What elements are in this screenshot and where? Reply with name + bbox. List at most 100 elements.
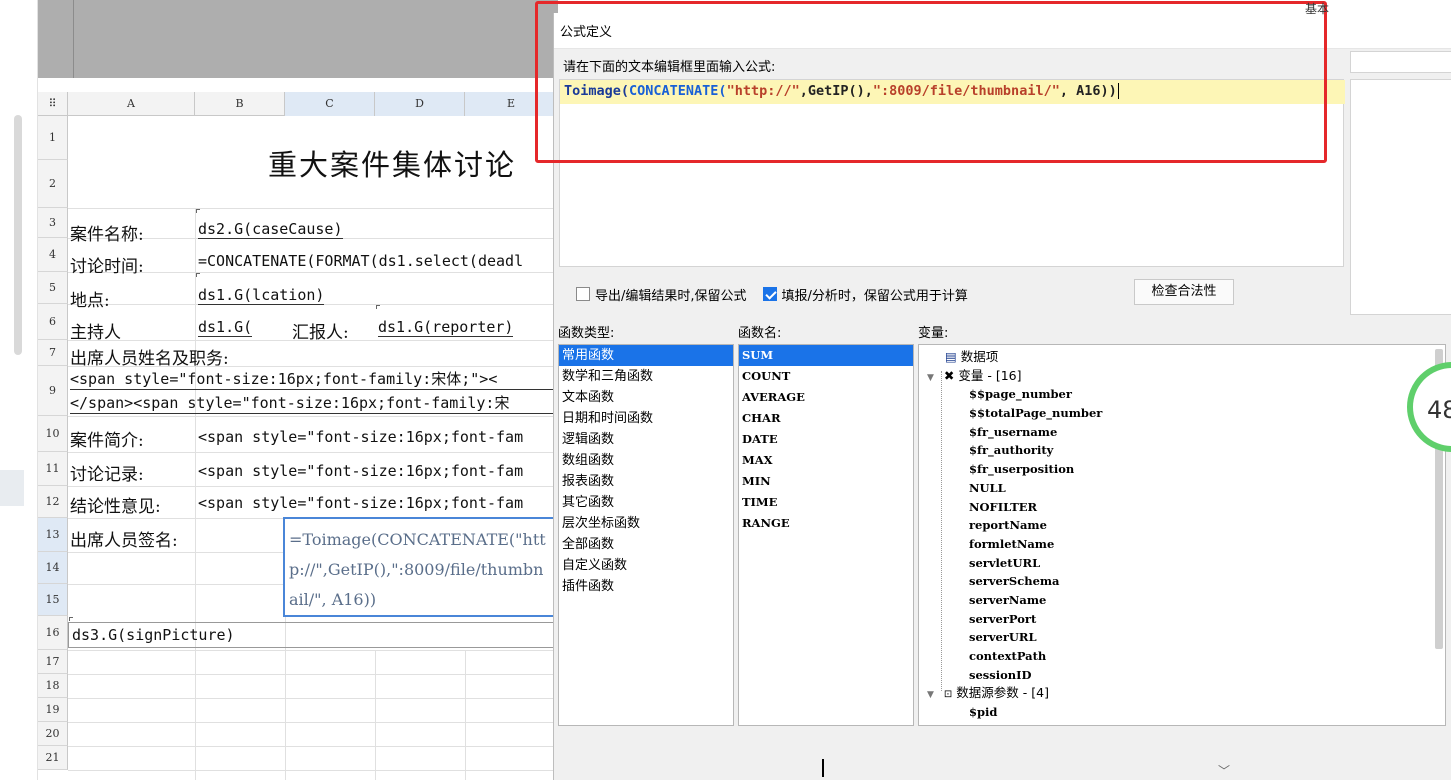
row-header[interactable]: 15 bbox=[38, 584, 68, 616]
function-type-item[interactable]: 数学和三角函数 bbox=[559, 366, 733, 387]
discussion-record-value[interactable]: <span style="font-size:16px;font-fam bbox=[198, 462, 558, 480]
function-name-item[interactable]: SUM bbox=[739, 345, 913, 366]
row-header[interactable]: 17 bbox=[38, 650, 68, 674]
conclusion-label[interactable]: 结论性意见: bbox=[70, 492, 161, 517]
row-header[interactable]: 21 bbox=[38, 746, 68, 770]
selected-formula-cell[interactable]: =Toimage(CONCATENATE("http://",GetIP(),"… bbox=[283, 517, 558, 617]
tree-node-ds-params[interactable]: ▼ ⊡ 数据源参数 - [4] bbox=[919, 684, 1445, 703]
variables-tree[interactable]: ▤ 数据项 ▼ ✖ 变量 - [16] $$page_number $$tota… bbox=[918, 344, 1446, 726]
tree-variable[interactable]: $fr_userposition bbox=[919, 460, 1445, 479]
column-header-d[interactable]: D bbox=[375, 92, 465, 116]
row-header[interactable]: 2 bbox=[38, 160, 68, 208]
function-type-item[interactable]: 层次坐标函数 bbox=[559, 513, 733, 534]
function-name-item[interactable]: AVERAGE bbox=[739, 387, 913, 408]
tree-node-variables[interactable]: ▼ ✖ 变量 - [16] bbox=[919, 367, 1445, 386]
function-name-item[interactable]: MAX bbox=[739, 450, 913, 471]
attendees-html-line1[interactable]: <span style="font-size:16px;font-family:… bbox=[70, 368, 558, 390]
function-type-list[interactable]: 常用函数 数学和三角函数 文本函数 日期和时间函数 逻辑函数 数组函数 报表函数… bbox=[558, 344, 734, 726]
tree-variable[interactable]: serverName bbox=[919, 591, 1445, 610]
discussion-time-value[interactable]: =CONCATENATE(FORMAT(ds1.select(deadl bbox=[198, 252, 558, 270]
row-header[interactable]: 13 bbox=[38, 518, 68, 552]
tree-variable[interactable]: $fr_authority bbox=[919, 441, 1445, 460]
column-header-c[interactable]: C bbox=[285, 92, 375, 116]
signature-label[interactable]: 出席人员签名: bbox=[70, 526, 178, 551]
side-input[interactable] bbox=[1350, 51, 1451, 73]
reporter-value[interactable]: ds1.G(reporter) bbox=[378, 318, 514, 337]
fill-keep-formula-checkbox[interactable] bbox=[762, 287, 777, 301]
case-summary-value[interactable]: <span style="font-size:16px;font-fam bbox=[198, 428, 558, 446]
row-header[interactable]: 1 bbox=[38, 116, 68, 160]
function-type-item[interactable]: 插件函数 bbox=[559, 576, 733, 597]
function-name-item[interactable]: CHAR bbox=[739, 408, 913, 429]
function-type-item[interactable]: 报表函数 bbox=[559, 471, 733, 492]
tree-collapse-icon[interactable]: ▼ bbox=[927, 373, 934, 383]
tree-variable[interactable]: NOFILTER bbox=[919, 498, 1445, 517]
row-header[interactable]: 11 bbox=[38, 452, 68, 486]
tree-variable[interactable]: reportName bbox=[919, 516, 1445, 535]
tree-variable[interactable]: $$page_number bbox=[919, 385, 1445, 404]
conclusion-value[interactable]: <span style="font-size:16px;font-fam bbox=[198, 494, 558, 512]
case-name-value[interactable]: ds2.G(caseCause) bbox=[198, 220, 343, 239]
row-header[interactable]: 5 bbox=[38, 272, 68, 304]
tree-variable[interactable]: NULL bbox=[919, 479, 1445, 498]
tree-variable[interactable]: contextPath bbox=[919, 647, 1445, 666]
case-summary-label[interactable]: 案件简介: bbox=[70, 426, 144, 451]
check-validity-button[interactable]: 检查合法性 bbox=[1134, 279, 1234, 305]
attendees-label[interactable]: 出席人员姓名及职务: bbox=[70, 344, 229, 369]
row-header[interactable]: 9 bbox=[38, 366, 68, 416]
case-name-label[interactable]: 案件名称: bbox=[70, 220, 144, 245]
function-name-list[interactable]: SUM COUNT AVERAGE CHAR DATE MAX MIN TIME… bbox=[738, 344, 914, 726]
discussion-record-label[interactable]: 讨论记录: bbox=[70, 460, 144, 485]
function-name-item[interactable]: TIME bbox=[739, 492, 913, 513]
row-header[interactable]: 4 bbox=[38, 238, 68, 272]
tree-variable[interactable]: serverPort bbox=[919, 610, 1445, 629]
row-header[interactable]: 7 bbox=[38, 340, 68, 366]
discussion-time-label[interactable]: 讨论时间: bbox=[70, 252, 144, 277]
function-type-item[interactable]: 文本函数 bbox=[559, 387, 733, 408]
sign-picture-value[interactable]: ds3.G(signPicture) bbox=[72, 626, 235, 644]
left-panel-tab[interactable] bbox=[0, 470, 24, 506]
row-header[interactable]: 19 bbox=[38, 698, 68, 722]
location-label[interactable]: 地点: bbox=[70, 286, 110, 311]
tree-variable[interactable]: sessionID bbox=[919, 666, 1445, 685]
column-header-b[interactable]: B bbox=[195, 92, 285, 116]
report-title[interactable]: 重大案件集体讨论 bbox=[268, 142, 516, 184]
host-label[interactable]: 主持人 bbox=[70, 318, 121, 343]
function-type-item[interactable]: 逻辑函数 bbox=[559, 429, 733, 450]
tree-variable[interactable]: servletURL bbox=[919, 554, 1445, 573]
row-header[interactable]: 3 bbox=[38, 208, 68, 238]
function-name-item[interactable]: MIN bbox=[739, 471, 913, 492]
row-header[interactable]: 12 bbox=[38, 486, 68, 518]
tree-node-data-item[interactable]: ▤ 数据项 bbox=[919, 348, 1445, 367]
function-type-item[interactable]: 常用函数 bbox=[559, 345, 733, 366]
function-name-item[interactable]: RANGE bbox=[739, 513, 913, 534]
tree-variable[interactable]: formletName bbox=[919, 535, 1445, 554]
row-header[interactable]: 10 bbox=[38, 416, 68, 452]
attendees-html-line2[interactable]: </span><span style="font-size:16px;font-… bbox=[70, 392, 558, 414]
function-type-item[interactable]: 数组函数 bbox=[559, 450, 733, 471]
tree-ds-param[interactable]: $pid bbox=[919, 703, 1445, 722]
reporter-label[interactable]: 汇报人: bbox=[292, 318, 349, 343]
function-type-item[interactable]: 自定义函数 bbox=[559, 555, 733, 576]
column-header-a[interactable]: A bbox=[68, 92, 195, 116]
row-header[interactable]: 20 bbox=[38, 722, 68, 746]
tree-variable[interactable]: $$totalPage_number bbox=[919, 404, 1445, 423]
row-header[interactable]: 18 bbox=[38, 674, 68, 698]
tree-variable[interactable]: serverSchema bbox=[919, 572, 1445, 591]
export-keep-formula-checkbox[interactable] bbox=[576, 287, 590, 301]
report-sheet[interactable]: ⠿ A B C D E 1 2 3 4 5 6 7 9 10 11 12 13 … bbox=[38, 92, 558, 780]
function-type-item[interactable]: 全部函数 bbox=[559, 534, 733, 555]
row-header[interactable]: 6 bbox=[38, 304, 68, 340]
function-name-item[interactable]: COUNT bbox=[739, 366, 913, 387]
left-scrollbar-thumb[interactable] bbox=[14, 115, 22, 355]
chevron-down-icon[interactable]: ﹀ bbox=[1218, 762, 1230, 779]
function-name-item[interactable]: DATE bbox=[739, 429, 913, 450]
row-header[interactable]: 16 bbox=[38, 616, 68, 650]
location-value[interactable]: ds1.G(lcation) bbox=[198, 286, 325, 305]
function-type-item[interactable]: 日期和时间函数 bbox=[559, 408, 733, 429]
row-header[interactable]: 14 bbox=[38, 552, 68, 584]
select-all-corner[interactable]: ⠿ bbox=[38, 92, 68, 116]
tree-variable[interactable]: $fr_username bbox=[919, 423, 1445, 442]
tree-variable[interactable]: serverURL bbox=[919, 628, 1445, 647]
function-type-item[interactable]: 其它函数 bbox=[559, 492, 733, 513]
